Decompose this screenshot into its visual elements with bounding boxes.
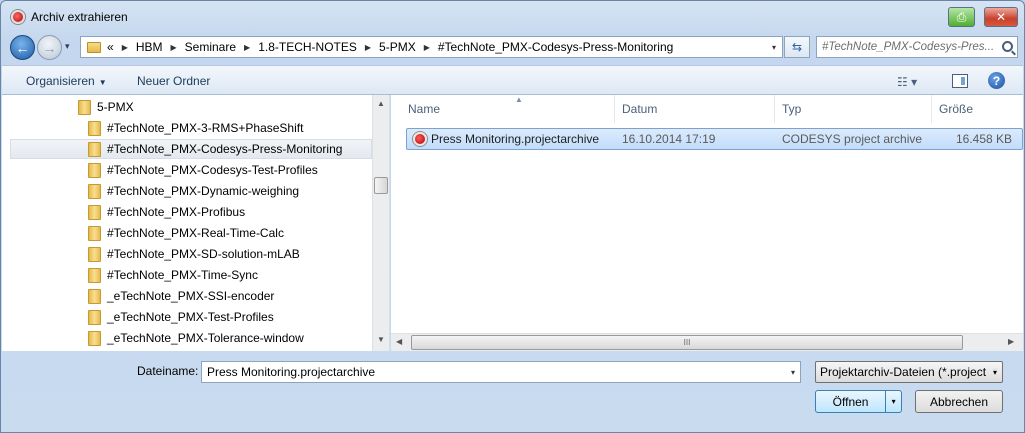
folder-icon [88, 183, 101, 199]
folder-icon [88, 141, 101, 157]
scroll-thumb[interactable] [374, 177, 388, 194]
column-header-type[interactable]: Typ [775, 95, 932, 123]
chevron-right-icon[interactable]: ▶ [365, 43, 371, 52]
window-title: Archiv extrahieren [31, 10, 128, 24]
chevron-down-icon: ▾ [992, 368, 997, 377]
open-button[interactable]: Öffnen ▾ [815, 390, 902, 413]
address-bar[interactable]: « ▶ HBM ▶ Seminare ▶ 1.8-TECH-NOTES ▶ 5-… [80, 36, 783, 58]
open-options-dropdown[interactable]: ▾ [885, 391, 901, 412]
tree-item[interactable]: #TechNote_PMX-Codesys-Test-Profiles [88, 160, 318, 180]
chevron-right-icon[interactable]: ▶ [244, 43, 250, 52]
column-header-size[interactable]: Größe [932, 95, 1012, 123]
restore-icon: ⎙ [956, 9, 967, 24]
file-type: CODESYS project archive [782, 132, 923, 146]
organize-button[interactable]: Organisieren ▼ [26, 74, 107, 88]
folder-icon [88, 120, 101, 136]
file-list-pane: Name ▲ Datum Typ Größe Press Monitoring.… [391, 95, 1023, 351]
filename-value: Press Monitoring.projectarchive [207, 365, 376, 379]
new-folder-button[interactable]: Neuer Ordner [137, 74, 210, 88]
close-button[interactable]: ✕ [984, 7, 1018, 27]
folder-icon [88, 267, 101, 283]
tree-item-5-pmx[interactable]: 5-PMX [78, 97, 134, 117]
file-type-filter-value: Projektarchiv-Dateien (*.project [820, 365, 987, 379]
tree-item[interactable]: #TechNote_PMX-Profibus [88, 202, 245, 222]
breadcrumb-seminare[interactable]: Seminare [185, 40, 236, 54]
tree-item[interactable]: _eTechNote_PMX-Test-Profiles [88, 307, 274, 327]
tree-item[interactable]: #TechNote_PMX-Dynamic-weighing [88, 181, 299, 201]
column-header-date[interactable]: Datum [615, 95, 775, 123]
folder-icon [88, 204, 101, 220]
refresh-icon: ⇆ [791, 40, 803, 54]
breadcrumb-current-folder[interactable]: #TechNote_PMX-Codesys-Press-Monitoring [438, 40, 673, 54]
scroll-left-icon[interactable]: ◀ [396, 337, 402, 346]
tree-item[interactable]: _eTechNote_PMX-SSI-encoder [88, 286, 274, 306]
open-button-label: Öffnen [832, 394, 869, 409]
column-header-name[interactable]: Name ▲ [401, 95, 615, 123]
extract-archive-dialog: Archiv extrahieren ⎙ ✕ ← → ▾ « ▶ HBM ▶ S… [0, 0, 1025, 433]
navigation-pane: 5-PMX #TechNote_PMX-3-RMS+PhaseShift #Te… [2, 95, 390, 351]
tree-item[interactable]: #TechNote_PMX-Real-Time-Calc [88, 223, 284, 243]
chevron-right-icon[interactable]: ▶ [171, 43, 177, 52]
cancel-button[interactable]: Abbrechen [915, 390, 1003, 413]
command-toolbar: Organisieren ▼ Neuer Ordner ☷ ▾ ? [2, 65, 1023, 95]
forward-button[interactable]: → [37, 35, 62, 60]
folder-icon [88, 330, 101, 346]
tree-vertical-scrollbar[interactable]: ▲ ▼ [372, 95, 389, 351]
file-date: 16.10.2014 17:19 [622, 132, 716, 146]
close-icon: ✕ [995, 10, 1007, 24]
codesys-app-icon [11, 10, 25, 24]
breadcrumb-5-pmx[interactable]: 5-PMX [379, 40, 416, 54]
folder-icon [88, 162, 101, 178]
back-button[interactable]: ← [10, 35, 35, 60]
chevron-down-icon: ▾ [891, 397, 896, 406]
chevron-right-icon[interactable]: ▶ [122, 43, 128, 52]
file-size: 16.458 KB [956, 132, 1013, 146]
chevron-down-icon[interactable]: ▾ [772, 43, 776, 52]
title-bar: Archiv extrahieren ⎙ ✕ [1, 1, 1024, 31]
arrow-right-icon: → [42, 39, 57, 56]
scroll-right-icon[interactable]: ▶ [1008, 337, 1014, 346]
folder-icon [88, 288, 101, 304]
chevron-right-icon[interactable]: ▶ [424, 43, 430, 52]
scroll-up-icon[interactable]: ▲ [377, 99, 385, 108]
file-name: Press Monitoring.projectarchive [431, 132, 600, 146]
folder-icon [78, 99, 91, 115]
refresh-button[interactable]: ⇆ [784, 36, 810, 58]
restore-button[interactable]: ⎙ [948, 7, 975, 27]
folder-icon [88, 225, 101, 241]
search-input[interactable]: #TechNote_PMX-Codesys-Pres... [816, 36, 1018, 58]
folder-icon [87, 41, 101, 53]
tree-item-selected[interactable]: #TechNote_PMX-Codesys-Press-Monitoring [10, 139, 372, 159]
tree-item[interactable]: #TechNote_PMX-3-RMS+PhaseShift [88, 118, 303, 138]
tree-item[interactable]: #TechNote_PMX-Time-Sync [88, 265, 258, 285]
chevron-down-icon: ▼ [98, 78, 107, 87]
scroll-down-icon[interactable]: ▼ [377, 335, 385, 344]
chevron-down-icon[interactable]: ▾ [791, 368, 795, 377]
search-placeholder: #TechNote_PMX-Codesys-Pres... [822, 41, 995, 53]
recent-locations-dropdown[interactable]: ▾ [65, 41, 70, 52]
breadcrumb-overflow[interactable]: « [107, 40, 114, 54]
change-view-icon[interactable]: ☷ ▾ [897, 75, 917, 89]
arrow-left-icon: ← [15, 39, 30, 56]
sort-ascending-icon: ▲ [515, 95, 523, 104]
help-icon[interactable]: ? [988, 72, 1005, 89]
breadcrumb-hbm[interactable]: HBM [136, 40, 163, 54]
table-row[interactable]: Press Monitoring.projectarchive 16.10.20… [406, 128, 1023, 150]
breadcrumb-tech-notes[interactable]: 1.8-TECH-NOTES [258, 40, 357, 54]
folder-icon [88, 246, 101, 262]
filename-label: Dateiname: [137, 364, 199, 378]
tree-item[interactable]: #TechNote_PMX-SD-solution-mLAB [88, 244, 300, 264]
file-type-filter-select[interactable]: Projektarchiv-Dateien (*.project ▾ [815, 361, 1003, 383]
filename-field[interactable]: Press Monitoring.projectarchive ▾ [201, 361, 801, 383]
tree-item[interactable]: _eTechNote_PMX-Tolerance-window [88, 328, 304, 348]
folder-icon [88, 309, 101, 325]
project-archive-icon [413, 132, 427, 146]
scroll-thumb[interactable]: III [411, 335, 963, 350]
file-list-horizontal-scrollbar[interactable]: ◀ III ▶ [391, 333, 1023, 351]
search-icon[interactable] [1002, 41, 1013, 52]
preview-pane-icon[interactable] [952, 74, 968, 88]
